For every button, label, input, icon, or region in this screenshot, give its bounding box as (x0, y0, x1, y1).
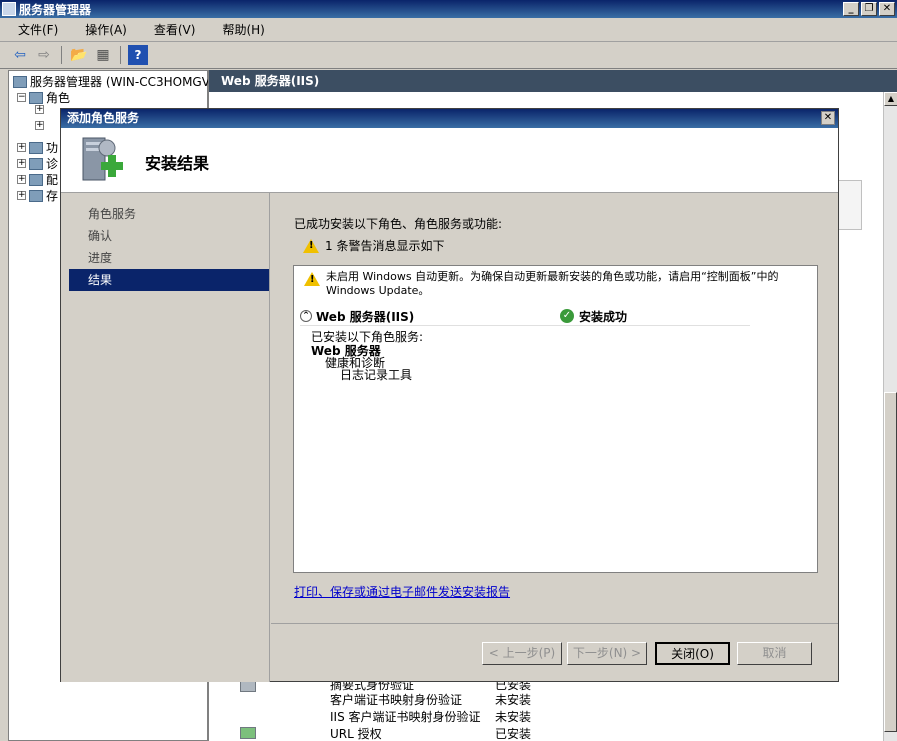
section-divider (300, 325, 750, 326)
help-icon[interactable]: ? (128, 45, 148, 65)
forward-arrow-icon[interactable]: ⇨ (34, 45, 54, 65)
tree-features[interactable]: + 功 (17, 139, 58, 156)
server-manager-icon (2, 2, 16, 16)
tree-diagnostics-label: 诊 (46, 157, 59, 171)
warning-summary-text: 1 条警告消息显示如下 (325, 239, 445, 253)
step-role-services[interactable]: 角色服务 (69, 203, 269, 225)
menu-file[interactable]: 文件(F) (0, 21, 67, 38)
toolbar: ⇦ ⇨ 📂 ▦ ? (0, 42, 897, 69)
minimize-button[interactable]: _ (843, 2, 859, 16)
toolbar-separator (61, 46, 62, 64)
installed-item-logging: 日志记录工具 (340, 368, 413, 382)
tree-role-child-1[interactable]: + (35, 105, 44, 114)
wizard-steps: 角色服务 确认 进度 结果 (61, 193, 270, 682)
roles-icon (29, 91, 43, 104)
storage-icon (29, 189, 43, 202)
scroll-thumb[interactable] (884, 392, 897, 732)
up-folder-icon[interactable]: 📂 (69, 45, 89, 65)
warning-icon (303, 238, 319, 253)
configuration-icon (29, 173, 43, 186)
bg-row-name: 客户端证书映射身份验证 (330, 693, 463, 707)
results-content: 已成功安装以下角色、角色服务或功能: 1 条警告消息显示如下 未启用 Windo… (271, 193, 838, 623)
success-check-icon: ✓ (560, 309, 574, 323)
report-link[interactable]: 打印、保存或通过电子邮件发送安装报告 (294, 583, 510, 600)
add-role-services-dialog: 添加角色服务 ✕ 安装结果 角色服务 确认 进度 结果 已成功安装以下角色、角色… (60, 108, 839, 682)
tree-configuration[interactable]: + 配 (17, 171, 58, 188)
features-icon (29, 141, 43, 154)
bg-row-status: 已安装 (495, 727, 532, 741)
main-titlebar: 服务器管理器 _ ❐ ✕ (0, 0, 897, 18)
show-console-tree-icon[interactable]: ▦ (93, 45, 113, 65)
tree-root-label: 服务器管理器 (WIN-CC3HOMGVK9 (30, 75, 226, 89)
warning-message-text: 未启用 Windows 自动更新。为确保自动更新最新安装的角色或功能，请启用“控… (326, 270, 779, 297)
bg-row-name: IIS 客户端证书映射身份验证 (330, 710, 481, 724)
close-button[interactable]: 关闭(O) (655, 642, 730, 665)
vertical-scrollbar[interactable]: ▲ (883, 92, 897, 741)
close-window-button[interactable]: ✕ (879, 2, 895, 16)
dialog-header: 安装结果 (61, 128, 838, 193)
tree-root[interactable]: 服务器管理器 (WIN-CC3HOMGVK9 (13, 73, 225, 90)
bg-row-name: URL 授权 (330, 727, 382, 741)
tree-storage[interactable]: + 存 (17, 187, 58, 204)
tree-roles-label: 角色 (46, 91, 71, 105)
dialog-titlebar: 添加角色服务 ✕ (61, 109, 838, 128)
section-row: ⌃ Web 服务器(IIS) ✓ 安装成功 (300, 306, 810, 326)
install-status: ✓ 安装成功 (560, 308, 627, 325)
section-title: Web 服务器(IIS) (316, 309, 415, 324)
install-arrow-icon (240, 727, 256, 739)
bg-row-status: 未安装 (495, 693, 532, 707)
intro-text: 已成功安装以下角色、角色服务或功能: (294, 217, 503, 231)
expand-toggle[interactable]: + (17, 159, 26, 168)
restore-button[interactable]: ❐ (861, 2, 877, 16)
warning-icon (304, 272, 320, 287)
warning-summary: 1 条警告消息显示如下 (303, 237, 444, 254)
expand-toggle[interactable]: + (17, 191, 26, 200)
menu-action[interactable]: 操作(A) (67, 21, 136, 38)
dialog-title: 添加角色服务 (67, 111, 140, 125)
window-controls: _ ❐ ✕ (843, 2, 895, 16)
cancel-button[interactable]: 取消 (737, 642, 812, 665)
next-button[interactable]: 下一步(N) > (567, 642, 647, 665)
expand-toggle[interactable]: + (17, 175, 26, 184)
details-pane-header: Web 服务器(IIS) (209, 70, 897, 92)
tree-storage-label: 存 (46, 189, 59, 203)
toolbar-separator-2 (120, 46, 121, 64)
window-title: 服务器管理器 (19, 2, 92, 17)
expand-toggle[interactable]: + (35, 121, 44, 130)
bg-row-status: 未安装 (495, 710, 532, 724)
results-box: 未启用 Windows 自动更新。为确保自动更新最新安装的角色或功能，请启用“控… (293, 265, 818, 573)
menu-view[interactable]: 查看(V) (136, 21, 205, 38)
diagnostics-icon (29, 157, 43, 170)
step-confirmation[interactable]: 确认 (69, 225, 269, 247)
back-arrow-icon[interactable]: ⇦ (10, 45, 30, 65)
step-results[interactable]: 结果 (69, 269, 269, 291)
scroll-up-icon[interactable]: ▲ (884, 92, 897, 106)
menu-help[interactable]: 帮助(H) (204, 21, 273, 38)
collapse-toggle[interactable]: − (17, 93, 26, 102)
expand-toggle[interactable]: + (35, 105, 44, 114)
tree-diagnostics[interactable]: + 诊 (17, 155, 58, 172)
expand-toggle[interactable]: + (17, 143, 26, 152)
tree-features-label: 功 (46, 141, 59, 155)
tree-role-child-2[interactable]: + (35, 121, 44, 130)
dialog-close-icon[interactable]: ✕ (821, 111, 835, 125)
step-progress[interactable]: 进度 (69, 247, 269, 269)
tree-configuration-label: 配 (46, 173, 59, 187)
menubar: 文件(F) 操作(A) 查看(V) 帮助(H) (0, 18, 897, 42)
prev-button[interactable]: < 上一步(P) (482, 642, 562, 665)
server-icon (13, 75, 27, 88)
server-add-icon (82, 137, 123, 181)
dialog-footer: < 上一步(P) 下一步(N) > 关闭(O) 取消 (271, 623, 838, 682)
collapse-icon[interactable]: ⌃ (300, 310, 312, 322)
dialog-heading: 安装结果 (145, 154, 210, 173)
warning-message: 未启用 Windows 自动更新。为确保自动更新最新安装的角色或功能，请启用“控… (304, 270, 814, 298)
section-status: 安装成功 (579, 309, 628, 324)
